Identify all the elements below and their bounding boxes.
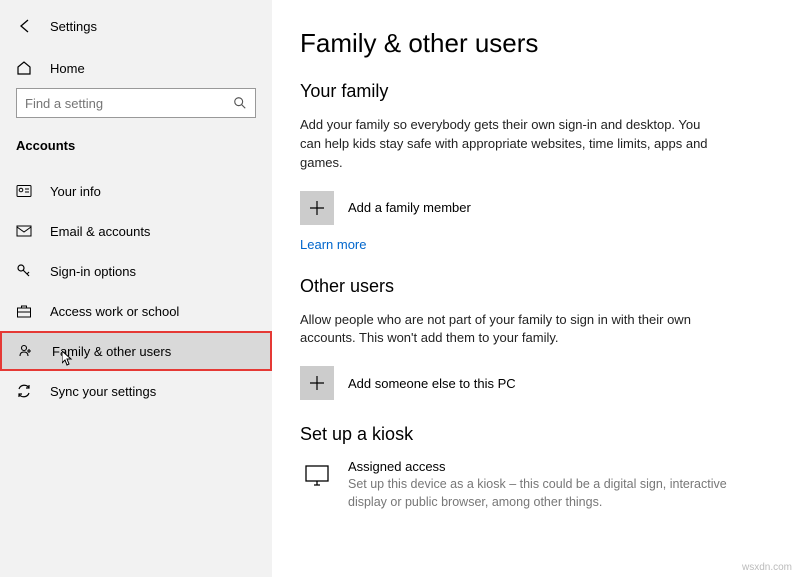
assigned-access[interactable]: Assigned access Set up this device as a … (300, 459, 768, 511)
add-other-label: Add someone else to this PC (348, 376, 516, 391)
home-label: Home (50, 61, 85, 76)
nav-label: Sign-in options (50, 264, 136, 279)
plus-icon (300, 191, 334, 225)
search-icon (232, 95, 248, 111)
sync-icon (16, 383, 32, 399)
kiosk-heading: Set up a kiosk (300, 424, 768, 445)
nav-sign-in-options[interactable]: Sign-in options (0, 251, 272, 291)
nav-label: Your info (50, 184, 101, 199)
home-icon (16, 60, 32, 76)
nav-home[interactable]: Home (0, 60, 272, 76)
nav-access-work-school[interactable]: Access work or school (0, 291, 272, 331)
watermark: wsxdn.com (742, 562, 792, 573)
nav-family-other-users[interactable]: Family & other users (0, 331, 272, 371)
nav-label: Access work or school (50, 304, 179, 319)
nav-label: Email & accounts (50, 224, 150, 239)
family-heading: Your family (300, 81, 768, 102)
kiosk-desc: Set up this device as a kiosk – this cou… (348, 476, 728, 511)
add-family-member[interactable]: Add a family member (300, 191, 768, 225)
key-icon (16, 263, 32, 279)
people-icon (18, 343, 34, 359)
briefcase-icon (16, 303, 32, 319)
learn-more-link[interactable]: Learn more (300, 237, 366, 252)
other-heading: Other users (300, 276, 768, 297)
other-desc: Allow people who are not part of your fa… (300, 311, 720, 349)
search-box[interactable] (16, 88, 256, 118)
nav-email-accounts[interactable]: Email & accounts (0, 211, 272, 251)
page-title: Family & other users (300, 28, 768, 59)
nav-label: Sync your settings (50, 384, 156, 399)
nav-your-info[interactable]: Your info (0, 171, 272, 211)
family-desc: Add your family so everybody gets their … (300, 116, 720, 173)
search-input[interactable] (16, 88, 256, 118)
app-title: Settings (50, 19, 97, 34)
id-card-icon (16, 183, 32, 199)
mail-icon (16, 223, 32, 239)
back-icon[interactable] (16, 18, 32, 34)
nav-sync-settings[interactable]: Sync your settings (0, 371, 272, 411)
kiosk-title: Assigned access (348, 459, 768, 474)
add-family-label: Add a family member (348, 200, 471, 215)
monitor-icon (300, 459, 334, 493)
plus-icon (300, 366, 334, 400)
cursor-icon (62, 351, 74, 367)
category-header: Accounts (0, 138, 272, 153)
add-other-user[interactable]: Add someone else to this PC (300, 366, 768, 400)
